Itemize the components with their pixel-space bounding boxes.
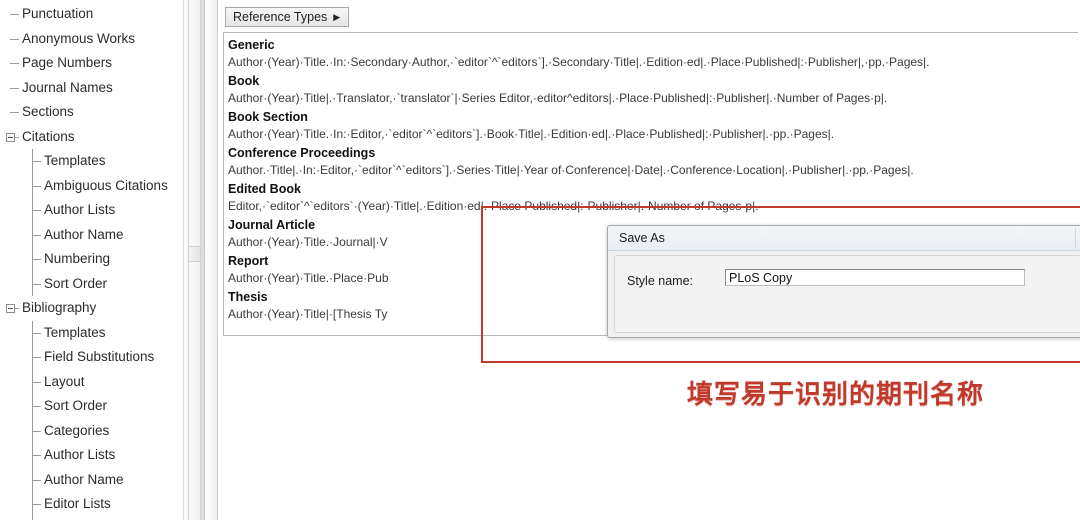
sidebar-item-label: Editor Lists	[44, 496, 111, 511]
sidebar-item-author-name[interactable]: Author Name	[0, 467, 182, 492]
style-name-label: Style name:	[627, 274, 694, 288]
template-pattern[interactable]: Editor,·`editor`^`editors`·(Year)·Title|…	[228, 198, 1078, 215]
template-pattern[interactable]: Author·(Year)·Title|.·Translator,·`trans…	[228, 90, 1078, 107]
chevron-right-icon: ▶	[333, 11, 341, 22]
template-pattern[interactable]: Author·(Year)·Title.·In:·Secondary·Autho…	[228, 54, 1078, 71]
app-window: Punctuation Anonymous Works Page Numbers Jo…	[0, 0, 1080, 520]
tree-connector	[32, 271, 33, 296]
reference-types-label: Reference Types	[233, 10, 328, 24]
sidebar-item-label: Categories	[44, 422, 110, 438]
sidebar-item-sections[interactable]: Sections	[0, 100, 182, 125]
sidebar-item-templates[interactable]: Templates	[0, 320, 182, 345]
sidebar-item-label: Bibliography	[22, 300, 97, 315]
sidebar-item-label: Anonymous Works	[22, 30, 136, 46]
template-type-heading: Book	[228, 74, 260, 88]
sidebar-item-editor-lists[interactable]: Editor Lists	[0, 492, 182, 517]
tree-connector	[32, 492, 33, 517]
sidebar-item-citations[interactable]: Citations	[0, 125, 182, 150]
tree-connector	[32, 394, 33, 419]
sidebar-item-sort-order[interactable]: Sort Order	[0, 394, 182, 419]
sidebar-item-label: Citations	[22, 128, 75, 144]
template-type-heading: Generic	[228, 38, 275, 52]
template-type-heading: Conference Proceedings	[228, 146, 376, 160]
sidebar-item-label: Author Name	[44, 471, 124, 487]
tree-connector	[32, 516, 33, 520]
sidebar-item-label: Layout	[44, 373, 85, 389]
sidebar-item-numbering[interactable]: Numbering	[0, 247, 182, 272]
sidebar-item-author-lists[interactable]: Author Lists	[0, 443, 182, 468]
help-icon[interactable]: ⍰	[1075, 228, 1080, 249]
sidebar-item-label: Templates	[44, 153, 106, 168]
tree-connector	[32, 418, 33, 443]
tree-branch-icon	[0, 370, 182, 395]
tree-connector	[32, 467, 33, 492]
sidebar-item-categories[interactable]: Categories	[0, 418, 182, 443]
sidebar-item-punctuation[interactable]: Punctuation	[0, 2, 182, 27]
sidebar-item-label: Sections	[22, 104, 74, 119]
sidebar-item-author-name[interactable]: Author Name	[0, 222, 182, 247]
sidebar-item-bibliography[interactable]: Bibliography	[0, 296, 182, 321]
sidebar-item-label: Ambiguous Citations	[44, 177, 168, 193]
template-type-heading: Edited Book	[228, 182, 301, 196]
sidebar-item-label: Sort Order	[44, 398, 108, 413]
main-panel: Reference Types ▶ Generic Author·(Year)·T…	[219, 0, 1080, 520]
navigation-tree[interactable]: Punctuation Anonymous Works Page Numbers Jo…	[0, 0, 182, 520]
tree-connector	[32, 222, 33, 247]
tree-connector	[32, 173, 33, 198]
tree-connector	[32, 247, 33, 272]
tree-connector	[32, 320, 33, 345]
template-type-heading: Book Section	[228, 110, 308, 124]
annotation-caption: 填写易于识别的期刊名称	[687, 379, 985, 409]
sidebar-item-editor-name[interactable]: Editor Name	[0, 516, 182, 520]
tree-branch-icon	[0, 517, 182, 520]
sidebar-item-layout[interactable]: Layout	[0, 369, 182, 395]
tree-connector	[32, 345, 33, 370]
sidebar-item-field-substitutions[interactable]: Field Substitutions	[0, 345, 182, 370]
pane-splitter[interactable]	[206, 0, 218, 520]
sidebar-item-anonymous-works[interactable]: Anonymous Works	[0, 27, 182, 52]
sidebar-item-label: Punctuation	[22, 6, 94, 21]
tree-connector	[32, 198, 33, 223]
dialog-title: Save As	[619, 231, 665, 245]
reference-types-button[interactable]: Reference Types ▶	[225, 7, 350, 27]
sidebar-item-journal-names[interactable]: Journal Names	[0, 76, 182, 101]
tree-connector	[32, 369, 33, 394]
dialog-titlebar: Save As ⍰ ⌧	[608, 226, 1080, 251]
sidebar-item-label: Field Substitutions	[44, 349, 155, 364]
sidebar-item-author-lists[interactable]: Author Lists	[0, 198, 182, 223]
sidebar-item-ambiguous-citations[interactable]: Ambiguous Citations	[0, 173, 182, 198]
tree-connector	[32, 443, 33, 468]
collapse-toggle-icon[interactable]	[6, 132, 15, 142]
save-as-dialog[interactable]: Save As ⍰ ⌧ Style name: Save Cancel	[607, 225, 1080, 338]
sidebar-item-label: Numbering	[44, 251, 111, 266]
sidebar-item-sort-order[interactable]: Sort Order	[0, 271, 182, 296]
tree-connector	[32, 149, 33, 174]
template-pattern[interactable]: Author·(Year)·Title.·In:·Editor,·`editor…	[228, 126, 1078, 143]
style-name-input[interactable]	[725, 269, 1025, 286]
sidebar-item-label: Sort Order	[44, 275, 108, 291]
sidebar-item-label: Author Lists	[44, 202, 116, 217]
sidebar-item-label: Page Numbers	[22, 55, 113, 70]
vertical-scrollbar[interactable]	[183, 0, 205, 520]
template-pattern[interactable]: Author.·Title|.·In:·Editor,·`editor`^`ed…	[228, 162, 1078, 179]
sidebar-item-label: Author Lists	[44, 447, 116, 462]
scrollbar-thumb[interactable]	[188, 246, 201, 262]
collapse-toggle-icon[interactable]	[6, 304, 15, 313]
sidebar-item-label: Author Name	[44, 226, 124, 242]
dialog-body: Style name: Save Cancel	[614, 255, 1080, 333]
sidebar-item-label: Journal Names	[22, 79, 113, 95]
sidebar-item-templates[interactable]: Templates	[0, 149, 182, 174]
sidebar-item-label: Templates	[44, 324, 106, 340]
sidebar-item-page-numbers[interactable]: Page Numbers	[0, 51, 182, 76]
